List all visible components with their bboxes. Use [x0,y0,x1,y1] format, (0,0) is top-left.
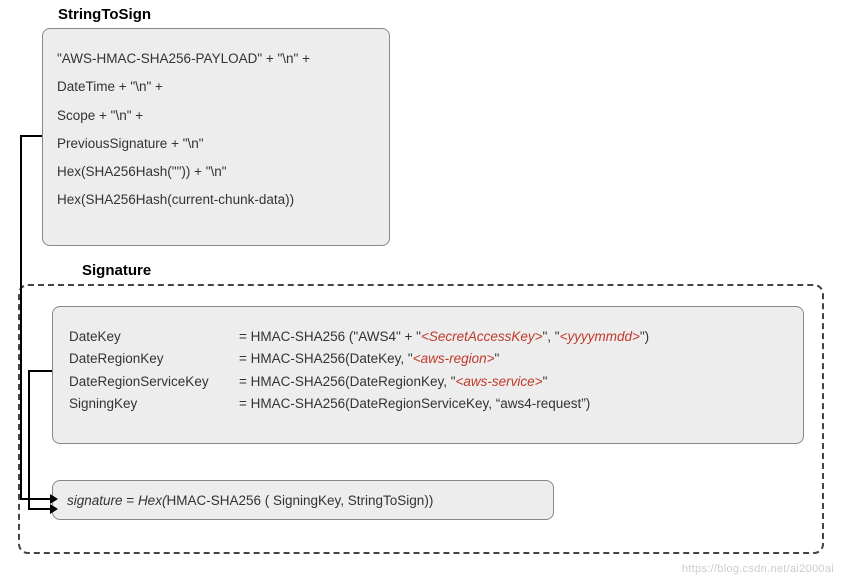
key-row-signingkey: SigningKey = HMAC-SHA256(DateRegionServi… [69,394,787,414]
expr-post: ") [640,329,649,344]
expr-placeholder: <aws-region> [413,351,495,366]
key-row-dateregionservicekey: DateRegionServiceKey = HMAC-SHA256(DateR… [69,372,787,392]
key-derivation-box: DateKey = HMAC-SHA256 ("AWS4" + "<Secret… [52,306,804,444]
signature-eq: = [123,493,138,508]
sts-line-3: Scope + "\n" + [57,106,375,126]
key-expr: = HMAC-SHA256(DateRegionKey, "<aws-servi… [239,372,787,392]
string-to-sign-box: "AWS-HMAC-SHA256-PAYLOAD" + "\n" + DateT… [42,28,390,246]
expr-post: " [543,374,548,389]
sts-line-1: "AWS-HMAC-SHA256-PAYLOAD" + "\n" + [57,49,375,69]
connector-line [20,498,52,500]
key-label: DateKey [69,327,239,347]
signature-result-box: signature = Hex(HMAC-SHA256 ( SigningKey… [52,480,554,520]
expr-pre: = HMAC-SHA256(DateRegionKey, " [239,374,456,389]
sts-line-4: PreviousSignature + "\n" [57,134,375,154]
signature-var: signature [67,493,123,508]
key-expr: = HMAC-SHA256 ("AWS4" + "<SecretAccessKe… [239,327,787,347]
expr-pre: = HMAC-SHA256 ("AWS4" + " [239,329,421,344]
sts-line-5: Hex(SHA256Hash("")) + "\n" [57,162,375,182]
sts-line-2: DateTime + "\n" + [57,77,375,97]
key-label: DateRegionKey [69,349,239,369]
sts-line-6: Hex(SHA256Hash(current-chunk-data)) [57,190,375,210]
key-expr: = HMAC-SHA256(DateRegionServiceKey, “aws… [239,394,787,414]
expr-placeholder: <SecretAccessKey> [421,329,543,344]
connector-line [28,370,30,510]
signature-heading: Signature [82,262,151,279]
key-label: DateRegionServiceKey [69,372,239,392]
key-row-dateregionkey: DateRegionKey = HMAC-SHA256(DateKey, "<a… [69,349,787,369]
connector-line [28,508,52,510]
key-label: SigningKey [69,394,239,414]
signature-hex: Hex( [138,493,167,508]
expr-pre: = HMAC-SHA256(DateRegionServiceKey, “aws… [239,396,590,411]
key-expr: = HMAC-SHA256(DateKey, "<aws-region>" [239,349,787,369]
connector-line [20,135,42,137]
expr-pre: = HMAC-SHA256(DateKey, " [239,351,413,366]
expr-placeholder: <aws-service> [456,374,543,389]
connector-line [20,135,22,500]
watermark-text: https://blog.csdn.net/ai2000ai [682,563,834,575]
key-row-datekey: DateKey = HMAC-SHA256 ("AWS4" + "<Secret… [69,327,787,347]
string-to-sign-heading: StringToSign [58,6,151,23]
signature-fn: HMAC-SHA256 ( SigningKey, StringToSign)) [166,493,433,508]
expr-mid: ", " [543,329,560,344]
connector-line [28,370,52,372]
expr-post: " [495,351,500,366]
arrow-icon [50,504,58,514]
arrow-icon [50,494,58,504]
expr-placeholder: <yyyymmdd> [560,329,640,344]
